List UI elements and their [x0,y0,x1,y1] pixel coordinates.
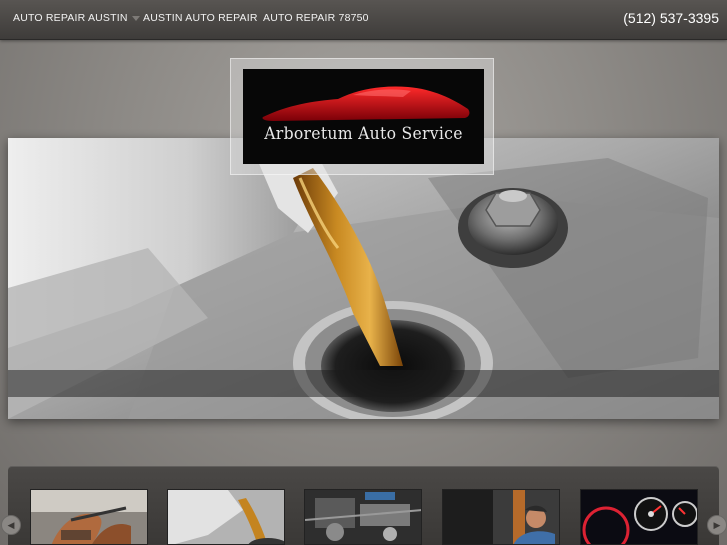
nav-item-austin-auto-repair[interactable]: AUSTIN AUTO REPAIR [143,0,258,39]
phone-number[interactable]: (512) 537-3395 [623,0,719,39]
top-navigation-bar: AUTO REPAIR AUSTIN AUSTIN AUTO REPAIR AU… [0,0,727,40]
chevron-right-icon: ▶ [713,520,721,530]
logo-text: Arboretum Auto Service [264,124,463,144]
nav-item-auto-repair-austin[interactable]: AUTO REPAIR AUSTIN [13,0,140,39]
hero-image [8,138,719,419]
chevron-left-icon: ◀ [7,520,15,530]
thumbnail-mechanic-working[interactable] [442,489,560,545]
thumbnail-strip [8,466,719,545]
carousel-next-button[interactable]: ▶ [707,515,727,535]
nav-item-label: AUSTIN AUTO REPAIR [143,12,258,24]
thumbnail-dashboard-gauges[interactable] [580,489,698,545]
logo[interactable]: Arboretum Auto Service [230,58,494,175]
thumbnail-engine-bay[interactable] [304,489,422,545]
thumbnail-mechanic-hands[interactable] [30,489,148,545]
hero-caption-band [8,370,719,397]
carousel-prev-button[interactable]: ◀ [1,515,21,535]
sports-car-icon [262,86,470,121]
dropdown-caret-icon [131,15,140,21]
logo-panel: Arboretum Auto Service [243,69,484,164]
thumbnail-oil-pour[interactable] [167,489,285,545]
nav-item-label: AUTO REPAIR 78750 [263,12,369,24]
nav-item-label: AUTO REPAIR AUSTIN [13,12,128,24]
nav-item-auto-repair-78750[interactable]: AUTO REPAIR 78750 [263,0,369,39]
